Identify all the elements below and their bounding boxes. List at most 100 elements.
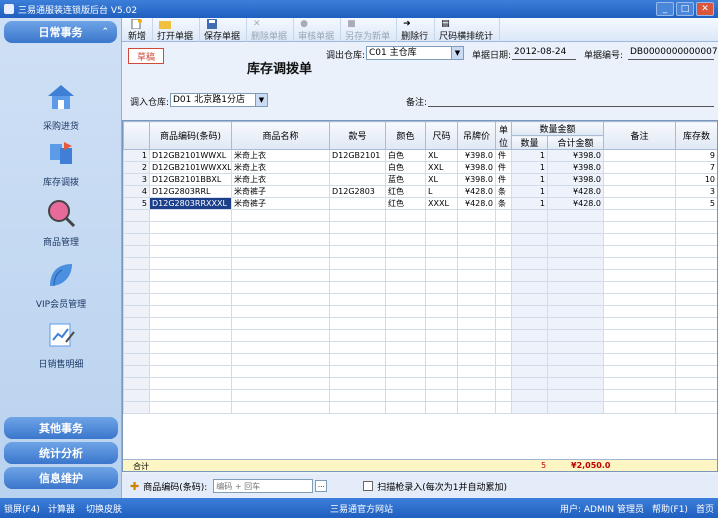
cell-size[interactable]: XL [425, 149, 458, 162]
size-stats-button[interactable]: ▤ 尺码横排统计 [435, 18, 501, 42]
col-header-amount[interactable]: 合计金额 [546, 135, 605, 150]
scan-checkbox[interactable] [363, 481, 374, 491]
out-warehouse-select[interactable]: C01 主仓库 ▼ [366, 46, 464, 60]
cell-code[interactable]: D12G2803RRXXXL [149, 197, 232, 210]
col-header-note[interactable]: 备注 [603, 121, 677, 150]
table-row[interactable]: 2 D12GB2101WWXXL 米奇上衣 白色 XXL ¥398.0 件 1 ¥398.0 7 [123, 161, 717, 174]
cell-qty[interactable]: 1 [511, 197, 548, 210]
cell-amount[interactable]: ¥428.0 [546, 197, 605, 210]
delete-row-button[interactable]: ➜ 删除行 [397, 18, 436, 42]
calculator-link[interactable]: 计算器 [48, 502, 75, 515]
cell-qty[interactable]: 1 [511, 173, 548, 186]
delete-button[interactable]: ✕ 删除单据 [247, 18, 295, 42]
audit-button[interactable]: ● 审核单据 [294, 18, 342, 42]
cell-amount[interactable]: ¥398.0 [546, 149, 605, 162]
cell-style[interactable] [329, 173, 386, 186]
cell-price[interactable]: ¥398.0 [457, 161, 496, 174]
cell-stock[interactable]: 7 [675, 161, 717, 174]
save-button[interactable]: 保存单据 [200, 18, 248, 42]
lock-screen-link[interactable]: 锁屏(F4) [4, 502, 40, 515]
col-header-name[interactable]: 商品名称 [231, 121, 330, 150]
chevron-down-icon[interactable]: ▼ [451, 47, 463, 59]
col-header-size[interactable]: 尺码 [425, 121, 458, 150]
sidebar-tab-other[interactable]: 其他事务 [4, 417, 118, 439]
cell-price[interactable]: ¥398.0 [457, 173, 496, 186]
cell-color[interactable]: 白色 [385, 161, 426, 174]
sidebar-item-purchase[interactable]: 采购进货 [0, 82, 122, 132]
save-as-button[interactable]: ■ 另存为新单 [341, 18, 398, 42]
cell-color[interactable]: 白色 [385, 149, 426, 162]
sidebar-tab-daily[interactable]: 日常事务 ⌃ [4, 21, 117, 43]
cell-name[interactable]: 米奇裤子 [231, 185, 330, 198]
cell-name[interactable]: 米奇上衣 [231, 161, 330, 174]
col-header-price[interactable]: 吊牌价 [457, 121, 496, 150]
maximize-button[interactable]: □ [676, 2, 694, 16]
col-header-qty[interactable]: 数量 [511, 135, 548, 150]
remark-field[interactable] [428, 93, 714, 107]
help-link[interactable]: 帮助(F1) [652, 502, 688, 515]
cell-color[interactable]: 红色 [385, 185, 426, 198]
col-header-stock[interactable]: 库存数 [675, 121, 717, 150]
chevron-down-icon[interactable]: ▼ [255, 94, 267, 106]
cell-style[interactable] [329, 197, 386, 210]
cell-amount[interactable]: ¥428.0 [546, 185, 605, 198]
col-header-style[interactable]: 款号 [329, 121, 386, 150]
cell-qty[interactable]: 1 [511, 149, 548, 162]
table-row[interactable]: 5 D12G2803RRXXXL 米奇裤子 红色 XXXL ¥428.0 条 1 ¥428.0 5 [123, 197, 717, 210]
cell-size[interactable]: XL [425, 173, 458, 186]
cell-unit[interactable]: 件 [495, 149, 512, 162]
cell-stock[interactable]: 5 [675, 197, 717, 210]
cell-note[interactable] [603, 161, 677, 174]
home-link[interactable]: 首页 [696, 502, 714, 515]
sidebar-tab-info[interactable]: 信息维护 [4, 467, 118, 489]
new-button[interactable]: 新增 [124, 18, 154, 42]
cell-color[interactable]: 红色 [385, 197, 426, 210]
sidebar-item-transfer[interactable]: 库存调拨 [0, 138, 122, 188]
cell-qty[interactable]: 1 [511, 161, 548, 174]
double-chevron-up-icon[interactable]: ⌃ [101, 27, 109, 37]
cell-name[interactable]: 米奇裤子 [231, 197, 330, 210]
sidebar-item-daily-sales[interactable]: 日销售明细 [0, 320, 122, 370]
col-header-color[interactable]: 颜色 [385, 121, 426, 150]
sidebar-item-products[interactable]: 商品管理 [0, 198, 122, 248]
cell-qty[interactable]: 1 [511, 185, 548, 198]
cell-name[interactable]: 米奇上衣 [231, 173, 330, 186]
cell-style[interactable]: D12G2803 [329, 185, 386, 198]
cell-price[interactable]: ¥428.0 [457, 185, 496, 198]
cell-size[interactable]: L [425, 185, 458, 198]
close-button[interactable]: ✕ [696, 2, 714, 16]
cell-note[interactable] [603, 149, 677, 162]
lookup-icon[interactable]: … [315, 480, 328, 492]
cell-code[interactable]: D12GB2101WWXL [149, 149, 232, 162]
cell-size[interactable]: XXL [425, 161, 458, 174]
switch-skin-link[interactable]: 切换皮肤 [86, 502, 122, 515]
doc-no-field[interactable]: DB0000000000007 [628, 46, 718, 60]
sidebar-tab-stats[interactable]: 统计分析 [4, 442, 118, 464]
col-header-code[interactable]: 商品编码(条码) [149, 121, 232, 150]
cell-price[interactable]: ¥428.0 [457, 197, 496, 210]
cell-note[interactable] [603, 185, 677, 198]
cell-note[interactable] [603, 197, 677, 210]
cell-size[interactable]: XXXL [425, 197, 458, 210]
in-warehouse-select[interactable]: D01 北京路1分店 ▼ [170, 93, 268, 107]
date-field[interactable]: 2012-08-24 [512, 46, 576, 60]
cell-name[interactable]: 米奇上衣 [231, 149, 330, 162]
sidebar-item-vip[interactable]: VIP会员管理 [0, 260, 122, 310]
minimize-button[interactable]: _ [656, 2, 674, 16]
cell-stock[interactable]: 9 [675, 149, 717, 162]
cell-stock[interactable]: 3 [675, 185, 717, 198]
cell-style[interactable]: D12GB2101 [329, 149, 386, 162]
cell-code[interactable]: D12GB2101BBXL [149, 173, 232, 186]
table-row[interactable]: 3 D12GB2101BBXL 米奇上衣 蓝色 XL ¥398.0 件 1 ¥398.0 10 [123, 173, 717, 186]
cell-code[interactable]: D12GB2101WWXXL [149, 161, 232, 174]
col-header-unit[interactable]: 单位 [495, 121, 512, 150]
cell-style[interactable] [329, 161, 386, 174]
cell-amount[interactable]: ¥398.0 [546, 161, 605, 174]
cell-unit[interactable]: 件 [495, 173, 512, 186]
cell-unit[interactable]: 条 [495, 185, 512, 198]
cell-stock[interactable]: 10 [675, 173, 717, 186]
cell-unit[interactable]: 条 [495, 197, 512, 210]
table-row[interactable]: 1 D12GB2101WWXL 米奇上衣 D12GB2101 白色 XL ¥398.0 件 1 ¥… [123, 149, 717, 162]
cell-unit[interactable]: 件 [495, 161, 512, 174]
code-input[interactable] [213, 479, 314, 493]
